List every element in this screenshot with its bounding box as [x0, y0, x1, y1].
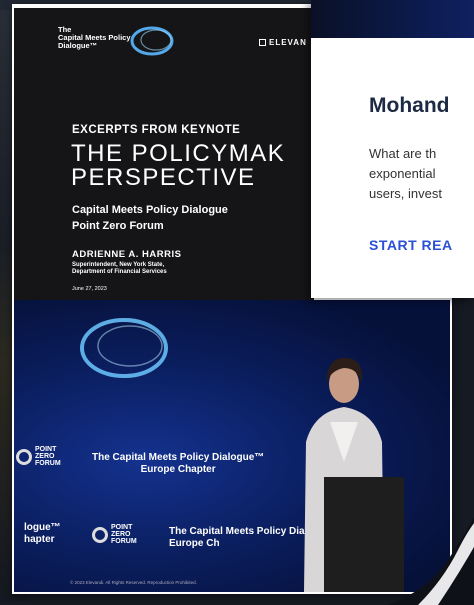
article-card[interactable]: Mohand What are th exponential users, in…	[311, 0, 474, 298]
subtitle-line1: Capital Meets Policy Dialogue	[72, 204, 228, 216]
speaker-name: ADRIENNE A. HARRIS	[72, 249, 182, 260]
pz-text: POINT ZERO FORUM	[35, 446, 61, 467]
document-title-line2: PERSPECTIVE	[71, 164, 256, 191]
subtitle-line2: Point Zero Forum	[72, 220, 164, 232]
point-zero-forum-logo-2: POINT ZERO FORUM	[92, 524, 137, 545]
side-line1: logue™	[24, 522, 61, 533]
article-excerpt: What are th exponential users, invest	[369, 144, 474, 204]
page-curl-icon	[388, 517, 474, 605]
event-logo: The Capital Meets Policy Dialogue™	[58, 26, 131, 50]
pz2-line3: FORUM	[111, 538, 137, 545]
side-backdrop-text: logue™ hapter	[24, 522, 61, 546]
backdrop-line2: Europe Chapter	[140, 464, 216, 475]
kicker: EXCERPTS FROM KEYNOTE	[72, 124, 241, 136]
pz-line2: ZERO	[35, 453, 55, 460]
pz-text-2: POINT ZERO FORUM	[111, 524, 137, 545]
stage-swirl-icon	[80, 318, 168, 378]
pz-line3: FORUM	[35, 460, 61, 467]
partner-name: ELEVAN	[269, 38, 307, 47]
swirl-logo-icon	[130, 26, 174, 56]
excerpt-line1: What are th	[369, 146, 437, 161]
speaker-role: Superintendent, New York State, Departme…	[72, 262, 167, 276]
ring-icon	[92, 526, 108, 543]
pz-line1: POINT	[35, 446, 57, 453]
role-line2: Department of Financial Services	[72, 269, 167, 275]
partner-square-icon	[259, 39, 266, 46]
partner-logo: ELEVAN	[259, 38, 307, 47]
article-thumbnail	[311, 0, 474, 38]
role-line1: Superintendent, New York State,	[72, 262, 165, 268]
ring-icon	[16, 448, 32, 465]
backdrop-text: The Capital Meets Policy Dialogue™ Europ…	[92, 452, 264, 476]
excerpt-line3: users, invest	[369, 186, 442, 201]
start-reading-link[interactable]: START REA	[369, 237, 453, 253]
keynote-photo: POINT ZERO FORUM The Capital Meets Polic…	[14, 300, 450, 592]
article-title[interactable]: Mohand	[369, 94, 449, 118]
point-zero-forum-logo: POINT ZERO FORUM	[16, 446, 61, 467]
speaker-figure	[304, 357, 404, 592]
logo-line3: Dialogue™	[58, 41, 98, 50]
excerpt-line2: exponential	[369, 166, 436, 181]
side-line2: hapter	[24, 534, 55, 545]
backdrop-line1: The Capital Meets Policy Dialogue™	[92, 452, 265, 463]
pz2-line1: POINT	[111, 524, 133, 531]
pz2-line2: ZERO	[111, 531, 131, 538]
copyright-footer: © 2023 Elevandi. All Rights Reserved. Re…	[70, 580, 197, 585]
document-date: June 27, 2023	[72, 286, 107, 292]
